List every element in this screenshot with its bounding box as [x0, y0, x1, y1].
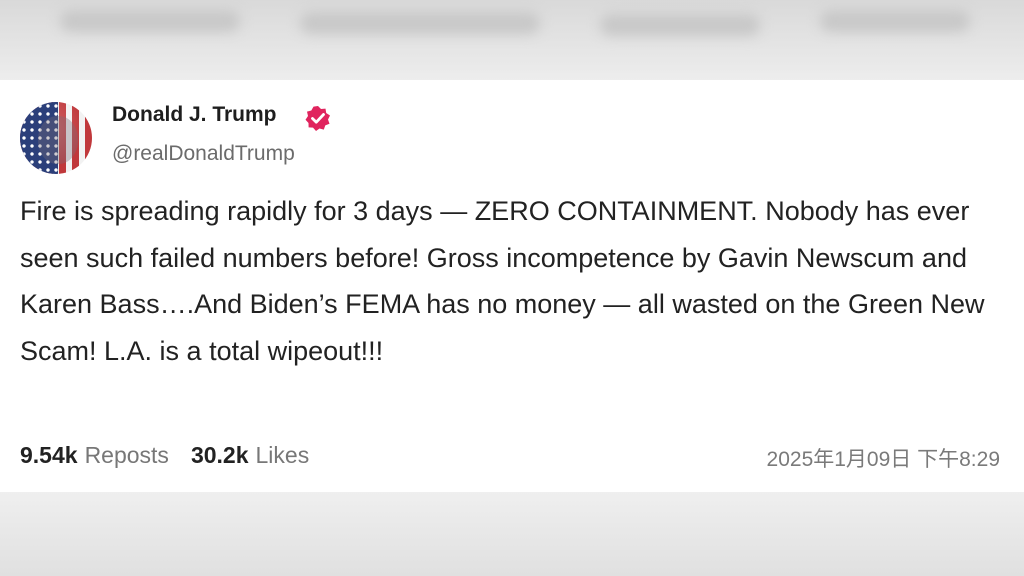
- post-text: Fire is spreading rapidly for 3 days — Z…: [20, 196, 985, 366]
- blurred-background-top: [0, 0, 1024, 80]
- blurred-background-bottom: [0, 492, 1024, 576]
- post-card: Donald J. Trump @realDonaldTrump Fire is…: [0, 80, 1024, 492]
- likes-label[interactable]: Likes: [256, 442, 310, 469]
- author-name[interactable]: Donald J. Trump: [112, 103, 277, 127]
- avatar[interactable]: [20, 102, 92, 174]
- reposts-label[interactable]: Reposts: [85, 442, 169, 469]
- post-stats: 9.54k Reposts 30.2k Likes: [20, 442, 309, 469]
- post-timestamp: 2025年1月09日 下午8:29: [766, 448, 1000, 471]
- verified-badge-icon: [305, 106, 330, 131]
- reposts-count[interactable]: 9.54k: [20, 442, 78, 469]
- likes-count[interactable]: 30.2k: [191, 442, 249, 469]
- author-handle[interactable]: @realDonaldTrump: [112, 142, 295, 166]
